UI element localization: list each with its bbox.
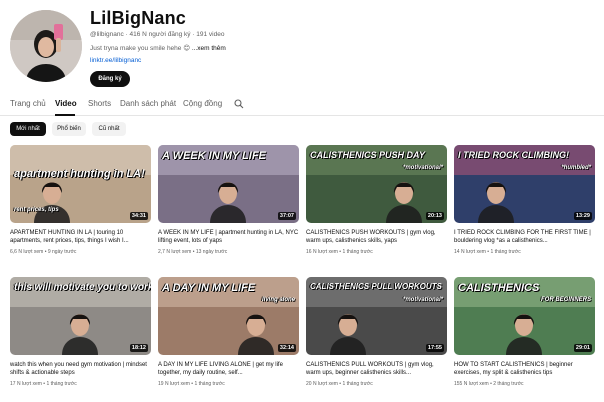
video-age: 1 tháng trước xyxy=(342,249,373,255)
video-meta: 19 N lượt xem • 1 tháng trước xyxy=(158,381,225,387)
video-duration: 32:14 xyxy=(277,344,296,352)
video-title[interactable]: CALISTHENICS PULL WORKOUTS | gym vlog, w… xyxy=(306,361,447,377)
video-card[interactable]: A WEEK IN MY LIFE 37:07 A WEEK IN MY LIFE … xyxy=(158,145,299,257)
channel-header: LilBigNanc @lilbignanc · 416 N người đăn… xyxy=(0,0,604,96)
video-thumbnail[interactable]: CALISTHENICS FOR BEGINNERS 29:01 xyxy=(454,277,595,355)
tab-videos[interactable]: Video xyxy=(55,99,77,108)
channel-meta: @lilbignanc · 416 N người đăng ký · 191 … xyxy=(90,31,224,38)
video-title[interactable]: APARTMENT HUNTING IN LA | touring 10 apa… xyxy=(10,229,151,245)
video-views: 20 N lượt xem xyxy=(306,381,338,387)
search-icon[interactable] xyxy=(234,99,244,109)
channel-external-link[interactable]: linktr.ee/lilbignanc xyxy=(90,57,141,64)
video-age: 2 tháng trước xyxy=(493,381,524,387)
channel-description-text: Just tryna make you smile hehe 😊 xyxy=(90,45,190,52)
video-thumbnail[interactable]: I TRIED ROCK CLIMBING! *humbled* 13:29 xyxy=(454,145,595,223)
video-title[interactable]: I TRIED ROCK CLIMBING FOR THE FIRST TIME… xyxy=(454,229,595,245)
tab-community[interactable]: Cộng đồng xyxy=(183,99,222,108)
channel-description[interactable]: Just tryna make you smile hehe 😊 ...xem … xyxy=(90,44,226,52)
video-thumbnail[interactable]: apartment hunting in LA! rent prices, tip… xyxy=(10,145,151,223)
video-views: 6,6 N lượt xem xyxy=(10,249,44,255)
tab-shorts[interactable]: Shorts xyxy=(88,99,111,108)
tab-playlists[interactable]: Danh sách phát xyxy=(120,99,176,108)
video-views: 14 N lượt xem xyxy=(454,249,486,255)
thumbnail-subcaption: *motivational* xyxy=(402,297,443,303)
video-duration: 13:29 xyxy=(573,212,592,220)
tab-home[interactable]: Trang chủ xyxy=(10,99,46,108)
video-views: 16 N lượt xem xyxy=(306,249,338,255)
video-age: 1 tháng trước xyxy=(194,381,225,387)
video-duration: 18:12 xyxy=(129,344,148,352)
thumbnail-caption: CALISTHENICS PUSH DAY xyxy=(310,150,425,160)
video-thumbnail[interactable]: CALISTHENICS PULL WORKOUTS *motivational*… xyxy=(306,277,447,355)
thumbnail-caption: I TRIED ROCK CLIMBING! xyxy=(458,150,569,160)
video-meta: 20 N lượt xem • 1 tháng trước xyxy=(306,381,373,387)
video-card[interactable]: CALISTHENICS PUSH DAY *motivational* 20:13… xyxy=(306,145,447,257)
video-views: 2,7 N lượt xem xyxy=(158,249,192,255)
subscribe-button[interactable]: Đăng ký xyxy=(90,71,130,87)
video-meta: 6,6 N lượt xem • 9 ngày trước xyxy=(10,249,76,255)
channel-stats: · 416 N người đăng ký · 191 video xyxy=(125,31,225,38)
video-meta: 155 N lượt xem • 2 tháng trước xyxy=(454,381,524,387)
video-card[interactable]: A DAY IN MY LIFE living alone 32:14 A DAY I… xyxy=(158,277,299,389)
video-card[interactable]: I TRIED ROCK CLIMBING! *humbled* 13:29 I TR… xyxy=(454,145,595,257)
video-meta: 2,7 N lượt xem • 13 ngày trước xyxy=(158,249,227,255)
thumbnail-caption: CALISTHENICS PULL WORKOUTS xyxy=(310,282,442,291)
thumbnail-caption: A WEEK IN MY LIFE xyxy=(162,150,266,162)
video-age: 1 tháng trước xyxy=(342,381,373,387)
channel-avatar[interactable] xyxy=(10,10,82,82)
video-age: 13 ngày trước xyxy=(195,249,228,255)
video-duration: 34:31 xyxy=(129,212,148,220)
video-thumbnail[interactable]: A DAY IN MY LIFE living alone 32:14 xyxy=(158,277,299,355)
video-duration: 37:07 xyxy=(277,212,296,220)
thumbnail-subcaption: *humbled* xyxy=(561,165,591,171)
video-card[interactable]: this will motivate you to work out 18:12 w… xyxy=(10,277,151,389)
video-duration: 20:13 xyxy=(425,212,444,220)
video-title[interactable]: watch this when you need gym motivation … xyxy=(10,361,151,377)
video-duration: 17:55 xyxy=(425,344,444,352)
channel-handle: @lilbignanc xyxy=(90,31,124,38)
thumbnail-caption: A DAY IN MY LIFE xyxy=(162,282,256,294)
video-thumbnail[interactable]: A WEEK IN MY LIFE 37:07 xyxy=(158,145,299,223)
video-meta: 17 N lượt xem • 1 tháng trước xyxy=(10,381,77,387)
video-card[interactable]: CALISTHENICS PULL WORKOUTS *motivational*… xyxy=(306,277,447,389)
thumbnail-subcaption: FOR BEGINNERS xyxy=(540,297,591,303)
thumbnail-caption: CALISTHENICS xyxy=(458,282,540,294)
channel-name: LilBigNanc xyxy=(90,8,187,28)
chip-popular[interactable]: Phổ biến xyxy=(52,122,86,136)
video-views: 155 N lượt xem xyxy=(454,381,489,387)
video-duration: 29:01 xyxy=(573,344,592,352)
video-views: 17 N lượt xem xyxy=(10,381,42,387)
video-title[interactable]: CALISTHENICS PUSH WORKOUTS | gym vlog, w… xyxy=(306,229,447,245)
video-title[interactable]: A WEEK IN MY LIFE | apartment hunting in… xyxy=(158,229,299,245)
active-tab-indicator xyxy=(55,114,75,116)
video-card[interactable]: apartment hunting in LA! rent prices, tip… xyxy=(10,145,151,257)
channel-tabs: Trang chủ Video Shorts Danh sách phát Cộ… xyxy=(0,96,604,116)
thumbnail-subcaption: *motivational* xyxy=(402,165,443,171)
thumbnail-caption: apartment hunting in LA! xyxy=(14,168,145,180)
thumbnail-subcaption: rent prices, tips xyxy=(14,207,59,213)
video-age: 9 ngày trước xyxy=(47,249,77,255)
video-title[interactable]: HOW TO START CALISTHENICS | beginner exe… xyxy=(454,361,595,377)
thumbnail-caption: this will motivate you to work out xyxy=(14,282,151,293)
video-card[interactable]: CALISTHENICS FOR BEGINNERS 29:01 HOW TO STA… xyxy=(454,277,595,389)
video-thumbnail[interactable]: CALISTHENICS PUSH DAY *motivational* 20:13 xyxy=(306,145,447,223)
video-views: 19 N lượt xem xyxy=(158,381,190,387)
video-age: 1 tháng trước xyxy=(46,381,77,387)
video-thumbnail[interactable]: this will motivate you to work out 18:12 xyxy=(10,277,151,355)
chip-oldest[interactable]: Cũ nhất xyxy=(92,122,126,136)
chip-newest[interactable]: Mới nhất xyxy=(10,122,46,136)
video-title[interactable]: A DAY IN MY LIFE LIVING ALONE | get my l… xyxy=(158,361,299,377)
more-link[interactable]: ...xem thêm xyxy=(192,45,226,52)
video-meta: 16 N lượt xem • 1 tháng trước xyxy=(306,249,373,255)
video-age: 1 tháng trước xyxy=(490,249,521,255)
video-meta: 14 N lượt xem • 1 tháng trước xyxy=(454,249,521,255)
thumbnail-subcaption: living alone xyxy=(261,297,295,303)
